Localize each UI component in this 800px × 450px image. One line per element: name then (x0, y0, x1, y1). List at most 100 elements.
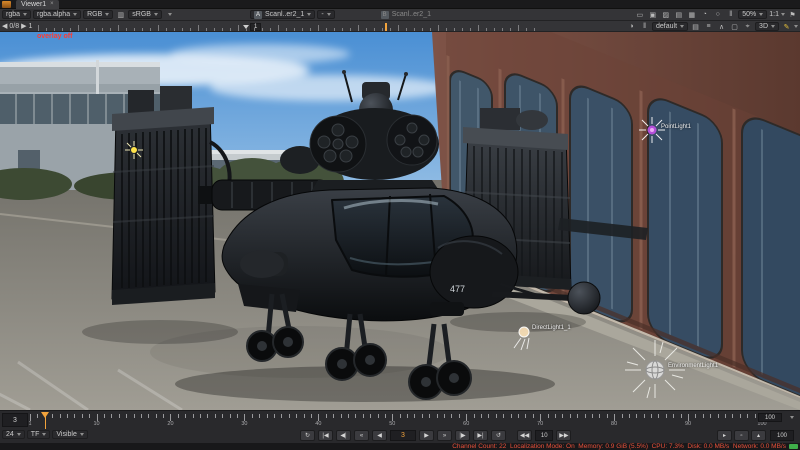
playback-frame-field[interactable]: 3 (390, 430, 416, 441)
alpha-channel-dropdown[interactable]: rgba.alpha (33, 10, 81, 19)
loop-mode-button[interactable]: ↻ (300, 430, 315, 441)
directlight-label[interactable]: DirectLight1_1 (532, 325, 571, 331)
play-backward-button[interactable]: ◀ (372, 430, 387, 441)
frame-range-icon[interactable]: ▫ (734, 430, 749, 441)
mini-ruler-tick (150, 28, 151, 31)
mini-ruler-tick (414, 28, 415, 31)
chevron-down-icon (154, 13, 158, 16)
viewer-process-dropdown[interactable]: default (652, 22, 688, 31)
mini-ruler-tick (526, 28, 527, 31)
timeline-tick (341, 414, 342, 418)
timeline-tick (207, 414, 208, 418)
timeline-tick (518, 414, 519, 418)
timeline-tick (400, 414, 401, 418)
mini-ruler-tick (94, 28, 95, 31)
view-mode-dropdown[interactable]: 3D (755, 22, 779, 31)
edit-pencil-icon[interactable]: ✎ (781, 22, 792, 31)
pointlight-label[interactable]: PointLight1 (661, 124, 691, 130)
channels-dropdown[interactable]: rgba (2, 10, 31, 19)
app-icon (2, 1, 11, 8)
timeline-tick-label: 20 (167, 421, 173, 427)
zoom-level-dropdown[interactable]: 50% (738, 10, 767, 19)
mini-ruler-playhead[interactable] (385, 23, 387, 31)
close-icon[interactable]: × (50, 0, 54, 9)
chevron-down-icon[interactable] (781, 13, 785, 16)
pixel-ratio-label[interactable]: 1:1 (769, 11, 779, 18)
lut-dropdown[interactable]: sRGB (128, 10, 162, 19)
wipe-icon[interactable]: ∧ (716, 22, 727, 31)
range-lock-buttons: ▸▫▴ (717, 430, 766, 441)
step-forward-button[interactable]: » (437, 430, 452, 441)
monitor-output-icon[interactable]: ▭ (634, 10, 645, 19)
timeline-tick (622, 414, 623, 418)
ab-blend-dropdown[interactable]: - (317, 10, 334, 19)
buffer-next-button[interactable]: ▶ (21, 22, 26, 30)
viewer-frame-ruler[interactable]: 1 (38, 23, 543, 31)
layers-icon[interactable]: ▤ (690, 22, 701, 31)
increment-forward-button[interactable]: ▶▶ (556, 430, 571, 441)
timeline-tick (422, 414, 423, 418)
display-channel-dropdown[interactable]: RGB (83, 10, 113, 19)
playback-end-field[interactable]: 100 (770, 430, 794, 441)
mini-ruler-tick (446, 28, 447, 31)
play-forward-button[interactable]: ▶ (419, 430, 434, 441)
pause-icon[interactable]: ‖ (639, 22, 650, 31)
buffer-prev-button[interactable]: ◀ (2, 22, 7, 30)
environmentlight-label[interactable]: EnvironmentLight1 (668, 363, 718, 369)
timeline-tick (134, 414, 135, 418)
frame-increment-field[interactable]: 10 (535, 430, 553, 441)
pause-icon[interactable]: ‖ (725, 10, 736, 19)
snapshot-icon[interactable]: ▤ (673, 10, 684, 19)
chevron-down-icon[interactable] (794, 25, 798, 28)
current-frame-field[interactable]: 3 (2, 413, 28, 427)
timeline-tick (755, 414, 756, 418)
timeline-ruler[interactable]: 1102030405060708090100 (30, 412, 766, 429)
second-monitor-icon[interactable]: ▣ (647, 10, 658, 19)
goto-start-button[interactable]: |◀ (318, 430, 333, 441)
chevron-down-icon (23, 13, 27, 16)
status-text: Channel Count: 22 Localization Mode: On … (452, 443, 786, 450)
roi-icon[interactable]: ○ (712, 10, 723, 19)
grid-icon[interactable]: ▦ (686, 10, 697, 19)
play-range-icon[interactable]: ▸ (717, 430, 732, 441)
goto-end-button[interactable]: ▶| (473, 430, 488, 441)
refresh-button[interactable]: ↺ (491, 430, 506, 441)
mini-ruler-tick (534, 28, 535, 31)
mini-ruler-tick (190, 28, 191, 31)
timeline-tick (333, 414, 334, 418)
fps-dropdown[interactable]: 24 (2, 430, 25, 439)
timeline-tick-label: 50 (389, 421, 395, 427)
tracker-icon[interactable]: ⌖ (742, 22, 753, 31)
timeline-tick (82, 414, 83, 418)
prev-keyframe-button[interactable]: ◀| (336, 430, 351, 441)
gain-icon[interactable]: ◑ (626, 22, 637, 31)
timeline-tick (599, 414, 600, 418)
pointlight-gizmo[interactable] (639, 117, 665, 143)
input-b-dropdown[interactable]: BScanl..er2_1 (377, 10, 435, 19)
flag-icon[interactable]: ⚑ (787, 10, 798, 19)
display-mode-icon[interactable]: ▥ (115, 10, 126, 19)
timeline-tick (193, 414, 194, 418)
mini-ruler-tick (110, 28, 111, 31)
region-icon[interactable]: ▢ (729, 22, 740, 31)
range-end-field[interactable]: 100 (758, 413, 782, 422)
chevron-down-icon[interactable] (790, 416, 794, 419)
next-keyframe-button[interactable]: |▶ (455, 430, 470, 441)
checkerboard-icon[interactable]: ▨ (660, 10, 671, 19)
viewer-3d-viewport[interactable]: 477 (0, 32, 800, 410)
timeline-tick (533, 414, 534, 418)
clock-icon[interactable]: ◔ (699, 10, 710, 19)
input-a-dropdown[interactable]: AScanl..er2_1 (250, 10, 315, 19)
visibility-dropdown[interactable]: Visible (52, 430, 88, 439)
timeline-tick (725, 414, 726, 418)
range-lock-icon[interactable]: ▴ (751, 430, 766, 441)
stack-icon[interactable]: ≡ (703, 22, 714, 31)
chevron-down-icon[interactable] (168, 13, 172, 16)
playhead[interactable] (41, 412, 50, 418)
tab-viewer1[interactable]: Viewer1 × (16, 0, 59, 9)
chevron-down-icon (17, 433, 21, 436)
step-back-button[interactable]: « (354, 430, 369, 441)
timeline-mode-dropdown[interactable]: TF (27, 430, 51, 439)
mini-ruler-tick (174, 28, 175, 31)
increment-back-button[interactable]: ◀◀ (517, 430, 532, 441)
